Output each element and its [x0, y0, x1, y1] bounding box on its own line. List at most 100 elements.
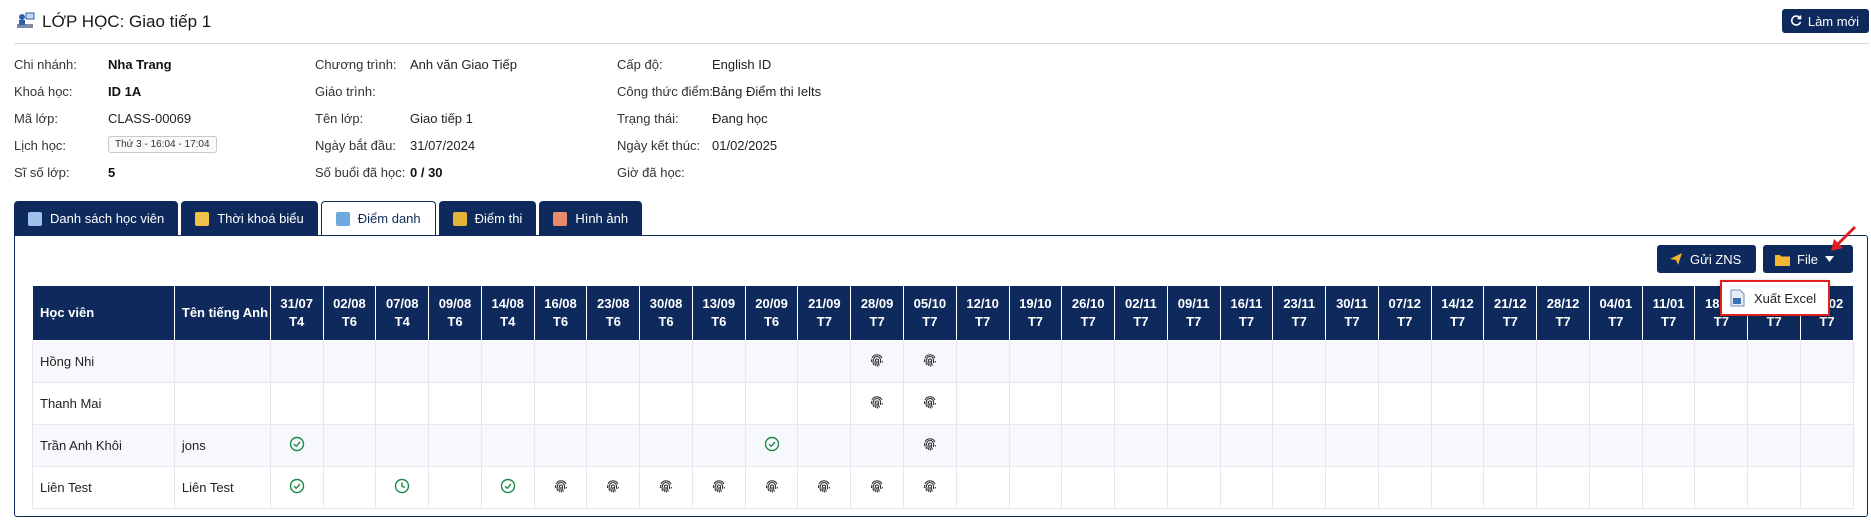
attendance-cell[interactable]	[1430, 340, 1485, 383]
attendance-cell[interactable]	[1008, 466, 1063, 509]
attendance-cell[interactable]	[322, 382, 377, 425]
attendance-cell[interactable]	[1747, 466, 1801, 509]
attendance-cell[interactable]	[428, 466, 482, 509]
attendance-cell[interactable]	[1008, 340, 1063, 383]
attendance-cell[interactable]	[1430, 466, 1485, 509]
attendance-cell[interactable]	[850, 424, 904, 467]
attendance-cell[interactable]	[269, 466, 324, 509]
attendance-cell[interactable]	[1641, 382, 1696, 425]
attendance-cell[interactable]	[1536, 466, 1590, 509]
attendance-cell[interactable]	[1008, 382, 1063, 425]
attendance-cell[interactable]	[1747, 424, 1801, 467]
attendance-cell[interactable]	[1430, 424, 1485, 467]
attendance-cell[interactable]	[1219, 424, 1274, 467]
attendance-cell[interactable]	[639, 382, 693, 425]
attendance-cell[interactable]	[1536, 340, 1590, 383]
attendance-cell[interactable]	[1800, 382, 1854, 425]
attendance-cell[interactable]	[586, 382, 641, 425]
attendance-cell[interactable]	[428, 424, 482, 467]
attendance-cell[interactable]	[1061, 340, 1116, 383]
attendance-cell[interactable]	[1694, 340, 1749, 383]
attendance-cell[interactable]	[1114, 424, 1168, 467]
attendance-cell[interactable]	[1588, 340, 1643, 383]
attendance-table-container[interactable]: Học viên Tên tiếng Anh 31/07 T4 02/08 T6 07/…	[32, 285, 1854, 509]
attendance-cell[interactable]	[1166, 340, 1221, 383]
attendance-cell[interactable]	[1325, 340, 1379, 383]
attendance-cell[interactable]	[480, 424, 535, 467]
attendance-cell[interactable]	[639, 424, 693, 467]
attendance-cell[interactable]	[1377, 466, 1432, 509]
attendance-cell[interactable]	[428, 340, 482, 383]
attendance-cell[interactable]	[1483, 382, 1538, 425]
attendance-cell[interactable]	[955, 382, 1010, 425]
attendance-cell[interactable]	[744, 466, 799, 509]
attendance-cell[interactable]	[375, 424, 430, 467]
attendance-cell[interactable]	[902, 382, 957, 425]
attendance-cell[interactable]	[744, 340, 799, 383]
attendance-cell[interactable]	[744, 424, 799, 467]
attendance-cell[interactable]	[691, 340, 746, 383]
attendance-cell[interactable]	[1483, 340, 1538, 383]
attendance-cell[interactable]	[1166, 382, 1221, 425]
attendance-cell[interactable]	[1483, 466, 1538, 509]
attendance-cell[interactable]	[1588, 382, 1643, 425]
attendance-cell[interactable]	[322, 466, 377, 509]
attendance-cell[interactable]	[1272, 340, 1327, 383]
tab-student-list[interactable]: Danh sách học viên	[14, 201, 179, 236]
attendance-cell[interactable]	[955, 340, 1010, 383]
attendance-cell[interactable]	[269, 382, 324, 425]
attendance-cell[interactable]	[322, 340, 377, 383]
tab-exam-scores[interactable]: Điểm thi	[438, 201, 537, 236]
attendance-cell[interactable]	[533, 340, 588, 383]
attendance-cell[interactable]	[1061, 466, 1116, 509]
attendance-cell[interactable]	[744, 382, 799, 425]
attendance-cell[interactable]	[428, 382, 482, 425]
attendance-cell[interactable]	[1430, 382, 1485, 425]
attendance-cell[interactable]	[1694, 424, 1749, 467]
attendance-cell[interactable]	[586, 424, 641, 467]
attendance-cell[interactable]	[1588, 424, 1643, 467]
attendance-cell[interactable]	[269, 340, 324, 383]
attendance-cell[interactable]	[375, 382, 430, 425]
tab-attendance[interactable]: Điểm danh	[320, 201, 436, 236]
attendance-cell[interactable]	[269, 424, 324, 467]
column-header-english-name[interactable]: Tên tiếng Anh	[173, 285, 271, 341]
attendance-cell[interactable]	[797, 466, 852, 509]
attendance-cell[interactable]	[1747, 340, 1801, 383]
attendance-cell[interactable]	[955, 466, 1010, 509]
attendance-cell[interactable]	[902, 340, 957, 383]
attendance-cell[interactable]	[691, 466, 746, 509]
attendance-cell[interactable]	[533, 466, 588, 509]
attendance-cell[interactable]	[1694, 466, 1749, 509]
attendance-cell[interactable]	[1166, 424, 1221, 467]
attendance-cell[interactable]	[639, 466, 693, 509]
attendance-cell[interactable]	[691, 424, 746, 467]
attendance-cell[interactable]	[480, 466, 535, 509]
attendance-cell[interactable]	[1272, 424, 1327, 467]
attendance-cell[interactable]	[1536, 382, 1590, 425]
attendance-cell[interactable]	[1377, 424, 1432, 467]
attendance-cell[interactable]	[691, 382, 746, 425]
attendance-cell[interactable]	[533, 382, 588, 425]
attendance-cell[interactable]	[1536, 424, 1590, 467]
attendance-cell[interactable]	[586, 466, 641, 509]
attendance-cell[interactable]	[1219, 340, 1274, 383]
tab-images[interactable]: Hình ảnh	[539, 201, 643, 236]
attendance-cell[interactable]	[322, 424, 377, 467]
attendance-cell[interactable]	[1272, 466, 1327, 509]
attendance-cell[interactable]	[850, 340, 904, 383]
attendance-cell[interactable]	[1377, 382, 1432, 425]
attendance-cell[interactable]	[1483, 424, 1538, 467]
attendance-cell[interactable]	[1325, 466, 1379, 509]
attendance-cell[interactable]	[902, 424, 957, 467]
attendance-cell[interactable]	[1219, 382, 1274, 425]
attendance-cell[interactable]	[1377, 340, 1432, 383]
attendance-cell[interactable]	[1114, 382, 1168, 425]
export-excel-menu-item[interactable]: Xuất Excel	[1754, 291, 1816, 306]
attendance-cell[interactable]	[902, 466, 957, 509]
attendance-cell[interactable]	[1272, 382, 1327, 425]
attendance-cell[interactable]	[1008, 424, 1063, 467]
attendance-cell[interactable]	[375, 466, 430, 509]
attendance-cell[interactable]	[1325, 382, 1379, 425]
attendance-cell[interactable]	[955, 424, 1010, 467]
